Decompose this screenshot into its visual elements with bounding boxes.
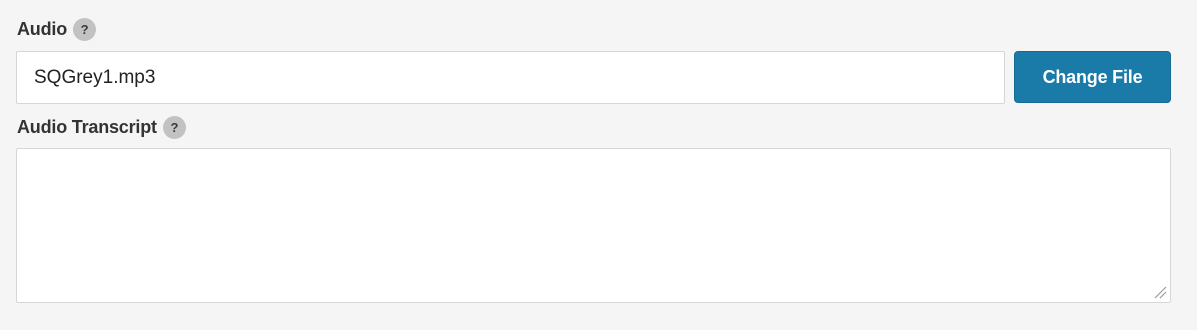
transcript-label-text: Audio Transcript	[17, 116, 157, 137]
audio-transcript-textarea[interactable]	[16, 148, 1171, 303]
audio-file-name: SQGrey1.mp3	[34, 66, 156, 88]
audio-field-label: Audio ?	[17, 17, 96, 41]
change-file-button-label: Change File	[1042, 66, 1143, 87]
resize-handle-icon[interactable]	[1153, 285, 1167, 299]
audio-help-icon[interactable]: ?	[73, 17, 96, 41]
audio-file-field[interactable]: SQGrey1.mp3	[16, 51, 1005, 104]
audio-label-text: Audio	[17, 18, 67, 39]
change-file-button[interactable]: Change File	[1014, 51, 1171, 103]
audio-settings-panel: Audio ? SQGrey1.mp3 Change File Audio Tr…	[0, 0, 1197, 330]
transcript-field-label: Audio Transcript ?	[17, 115, 186, 139]
transcript-help-icon[interactable]: ?	[162, 115, 186, 139]
